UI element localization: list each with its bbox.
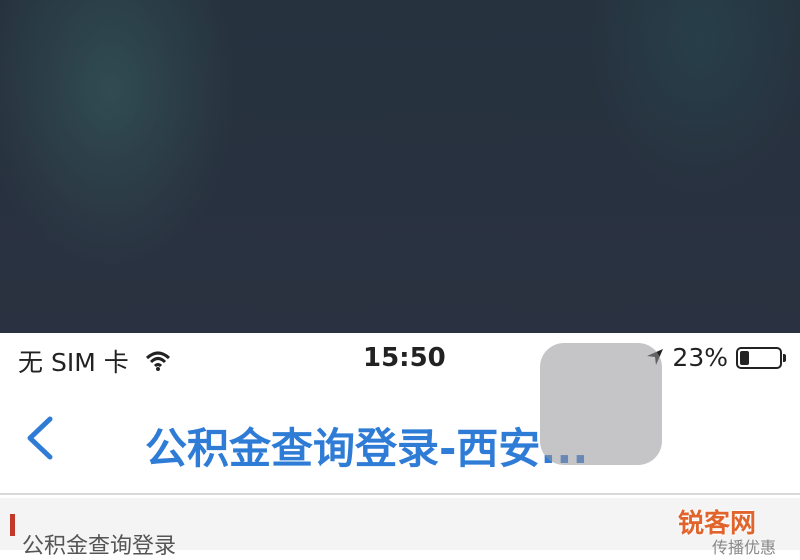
- phone-screen: 无 SIM 卡 15:50 23% 公积金查询登录-西安... 公积金查询登录 …: [0, 333, 800, 559]
- status-bar: 无 SIM 卡 15:50 23%: [0, 333, 800, 385]
- status-left: 无 SIM 卡: [18, 343, 171, 379]
- battery-percent: 23%: [672, 343, 728, 372]
- page-title: 公积金查询登录-西安...: [145, 424, 589, 473]
- status-right: 23%: [646, 343, 786, 372]
- battery-fill: [740, 350, 749, 365]
- watermark-logo: 锐客网: [677, 509, 756, 539]
- status-time: 15:50: [363, 343, 446, 373]
- assistive-touch-button[interactable]: [540, 343, 662, 465]
- navigation-bar: 公积金查询登录-西安...: [0, 385, 800, 495]
- chevron-left-icon[interactable]: [20, 413, 60, 463]
- carrier-label: 无 SIM 卡: [18, 348, 129, 377]
- blurred-background: [0, 0, 800, 333]
- content-title: 公积金查询登录: [22, 534, 177, 559]
- content-marker: [10, 514, 15, 536]
- wifi-icon: [145, 350, 171, 372]
- battery-icon: [736, 346, 786, 369]
